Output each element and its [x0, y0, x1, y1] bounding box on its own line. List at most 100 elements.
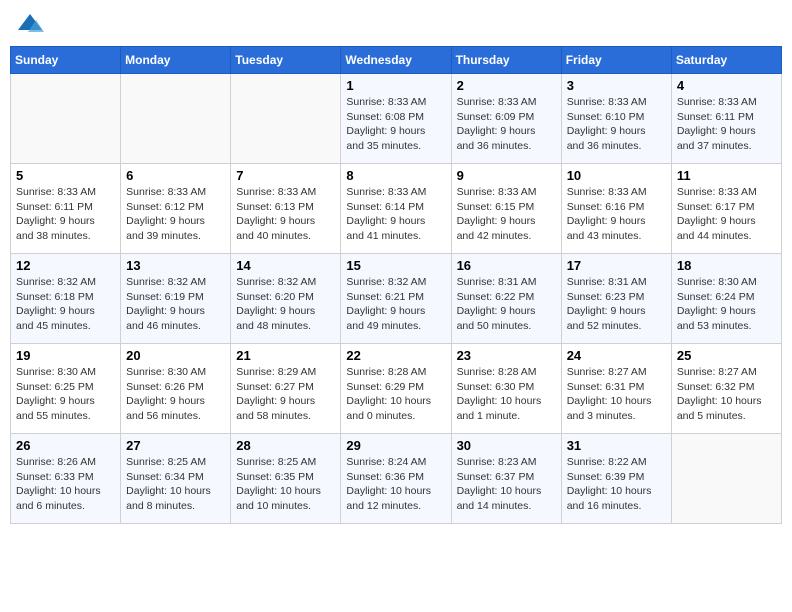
day-info: Sunrise: 8:26 AM Sunset: 6:33 PM Dayligh…	[16, 455, 115, 514]
day-number: 19	[16, 348, 115, 363]
day-cell: 28 Sunrise: 8:25 AM Sunset: 6:35 PM Dayli…	[231, 434, 341, 524]
day-number: 1	[346, 78, 445, 93]
header-cell-sunday: Sunday	[11, 47, 121, 74]
day-cell: 4Sunrise: 8:33 AM Sunset: 6:11 PM Daylig…	[671, 74, 781, 164]
logo-icon	[16, 10, 44, 38]
day-cell: 7Sunrise: 8:33 AM Sunset: 6:13 PM Daylig…	[231, 164, 341, 254]
header-cell-wednesday: Wednesday	[341, 47, 451, 74]
day-info: Sunrise: 8:28 AM Sunset: 6:30 PM Dayligh…	[457, 365, 556, 424]
day-cell: 22 Sunrise: 8:28 AM Sunset: 6:29 PM Dayli…	[341, 344, 451, 434]
logo	[14, 10, 44, 38]
day-info: Sunrise: 8:32 AM Sunset: 6:18 PM Dayligh…	[16, 275, 115, 334]
day-cell: 17 Sunrise: 8:31 AM Sunset: 6:23 PM Dayli…	[561, 254, 671, 344]
day-cell: 21 Sunrise: 8:29 AM Sunset: 6:27 PM Dayli…	[231, 344, 341, 434]
header-cell-thursday: Thursday	[451, 47, 561, 74]
day-cell: 19Sunrise: 8:30 AM Sunset: 6:25 PM Dayli…	[11, 344, 121, 434]
day-cell: 12 Sunrise: 8:32 AM Sunset: 6:18 PM Dayli…	[11, 254, 121, 344]
day-number: 6	[126, 168, 225, 183]
day-info: Sunrise: 8:33 AM Sunset: 6:15 PM Dayligh…	[457, 185, 556, 244]
day-cell: 11Sunrise: 8:33 AM Sunset: 6:17 PM Dayli…	[671, 164, 781, 254]
day-cell	[231, 74, 341, 164]
day-cell: 1 Sunrise: 8:33 AM Sunset: 6:08 PM Daylig…	[341, 74, 451, 164]
week-row-5: 26Sunrise: 8:26 AM Sunset: 6:33 PM Dayli…	[11, 434, 782, 524]
day-info: Sunrise: 8:33 AM Sunset: 6:14 PM Dayligh…	[346, 185, 445, 244]
header-cell-monday: Monday	[121, 47, 231, 74]
day-info: Sunrise: 8:23 AM Sunset: 6:37 PM Dayligh…	[457, 455, 556, 514]
day-number: 29	[346, 438, 445, 453]
day-cell	[121, 74, 231, 164]
day-info: Sunrise: 8:33 AM Sunset: 6:17 PM Dayligh…	[677, 185, 776, 244]
day-cell: 24 Sunrise: 8:27 AM Sunset: 6:31 PM Dayli…	[561, 344, 671, 434]
day-number: 27	[126, 438, 225, 453]
day-info: Sunrise: 8:29 AM Sunset: 6:27 PM Dayligh…	[236, 365, 335, 424]
day-number: 8	[346, 168, 445, 183]
day-number: 25	[677, 348, 776, 363]
day-cell: 3Sunrise: 8:33 AM Sunset: 6:10 PM Daylig…	[561, 74, 671, 164]
page-header	[10, 10, 782, 38]
day-cell: 14 Sunrise: 8:32 AM Sunset: 6:20 PM Dayli…	[231, 254, 341, 344]
day-number: 12	[16, 258, 115, 273]
header-cell-friday: Friday	[561, 47, 671, 74]
day-cell	[11, 74, 121, 164]
day-number: 30	[457, 438, 556, 453]
day-cell: 9 Sunrise: 8:33 AM Sunset: 6:15 PM Daylig…	[451, 164, 561, 254]
day-number: 14	[236, 258, 335, 273]
week-row-2: 5 Sunrise: 8:33 AM Sunset: 6:11 PM Daylig…	[11, 164, 782, 254]
day-cell: 15 Sunrise: 8:32 AM Sunset: 6:21 PM Dayli…	[341, 254, 451, 344]
day-info: Sunrise: 8:32 AM Sunset: 6:19 PM Dayligh…	[126, 275, 225, 334]
day-cell: 27 Sunrise: 8:25 AM Sunset: 6:34 PM Dayli…	[121, 434, 231, 524]
day-cell: 20Sunrise: 8:30 AM Sunset: 6:26 PM Dayli…	[121, 344, 231, 434]
day-number: 18	[677, 258, 776, 273]
day-info: Sunrise: 8:27 AM Sunset: 6:32 PM Dayligh…	[677, 365, 776, 424]
logo-text	[14, 10, 44, 38]
day-cell: 6 Sunrise: 8:33 AM Sunset: 6:12 PM Daylig…	[121, 164, 231, 254]
day-cell: 2 Sunrise: 8:33 AM Sunset: 6:09 PM Daylig…	[451, 74, 561, 164]
day-number: 7	[236, 168, 335, 183]
day-info: Sunrise: 8:27 AM Sunset: 6:31 PM Dayligh…	[567, 365, 666, 424]
day-number: 15	[346, 258, 445, 273]
header-cell-tuesday: Tuesday	[231, 47, 341, 74]
header-cell-saturday: Saturday	[671, 47, 781, 74]
day-number: 23	[457, 348, 556, 363]
day-info: Sunrise: 8:33 AM Sunset: 6:09 PM Dayligh…	[457, 95, 556, 154]
day-info: Sunrise: 8:31 AM Sunset: 6:23 PM Dayligh…	[567, 275, 666, 334]
day-info: Sunrise: 8:28 AM Sunset: 6:29 PM Dayligh…	[346, 365, 445, 424]
day-info: Sunrise: 8:33 AM Sunset: 6:12 PM Dayligh…	[126, 185, 225, 244]
day-number: 22	[346, 348, 445, 363]
day-number: 16	[457, 258, 556, 273]
day-number: 10	[567, 168, 666, 183]
day-info: Sunrise: 8:33 AM Sunset: 6:16 PM Dayligh…	[567, 185, 666, 244]
day-info: Sunrise: 8:32 AM Sunset: 6:20 PM Dayligh…	[236, 275, 335, 334]
day-cell: 29 Sunrise: 8:24 AM Sunset: 6:36 PM Dayli…	[341, 434, 451, 524]
day-cell: 10 Sunrise: 8:33 AM Sunset: 6:16 PM Dayli…	[561, 164, 671, 254]
day-info: Sunrise: 8:22 AM Sunset: 6:39 PM Dayligh…	[567, 455, 666, 514]
day-cell: 25 Sunrise: 8:27 AM Sunset: 6:32 PM Dayli…	[671, 344, 781, 434]
day-cell: 30 Sunrise: 8:23 AM Sunset: 6:37 PM Dayli…	[451, 434, 561, 524]
day-cell: 18Sunrise: 8:30 AM Sunset: 6:24 PM Dayli…	[671, 254, 781, 344]
week-row-1: 1 Sunrise: 8:33 AM Sunset: 6:08 PM Daylig…	[11, 74, 782, 164]
day-info: Sunrise: 8:33 AM Sunset: 6:08 PM Dayligh…	[346, 95, 445, 154]
day-number: 21	[236, 348, 335, 363]
day-info: Sunrise: 8:25 AM Sunset: 6:34 PM Dayligh…	[126, 455, 225, 514]
header-row: SundayMondayTuesdayWednesdayThursdayFrid…	[11, 47, 782, 74]
day-number: 2	[457, 78, 556, 93]
day-number: 5	[16, 168, 115, 183]
day-info: Sunrise: 8:24 AM Sunset: 6:36 PM Dayligh…	[346, 455, 445, 514]
day-number: 28	[236, 438, 335, 453]
day-number: 17	[567, 258, 666, 273]
day-cell: 16 Sunrise: 8:31 AM Sunset: 6:22 PM Dayli…	[451, 254, 561, 344]
day-info: Sunrise: 8:31 AM Sunset: 6:22 PM Dayligh…	[457, 275, 556, 334]
day-info: Sunrise: 8:32 AM Sunset: 6:21 PM Dayligh…	[346, 275, 445, 334]
day-cell: 23 Sunrise: 8:28 AM Sunset: 6:30 PM Dayli…	[451, 344, 561, 434]
day-info: Sunrise: 8:30 AM Sunset: 6:26 PM Dayligh…	[126, 365, 225, 424]
day-number: 13	[126, 258, 225, 273]
day-cell: 13 Sunrise: 8:32 AM Sunset: 6:19 PM Dayli…	[121, 254, 231, 344]
day-number: 24	[567, 348, 666, 363]
day-info: Sunrise: 8:33 AM Sunset: 6:11 PM Dayligh…	[16, 185, 115, 244]
day-cell: 26Sunrise: 8:26 AM Sunset: 6:33 PM Dayli…	[11, 434, 121, 524]
day-info: Sunrise: 8:25 AM Sunset: 6:35 PM Dayligh…	[236, 455, 335, 514]
day-number: 4	[677, 78, 776, 93]
day-number: 9	[457, 168, 556, 183]
day-cell: 8 Sunrise: 8:33 AM Sunset: 6:14 PM Daylig…	[341, 164, 451, 254]
day-cell	[671, 434, 781, 524]
